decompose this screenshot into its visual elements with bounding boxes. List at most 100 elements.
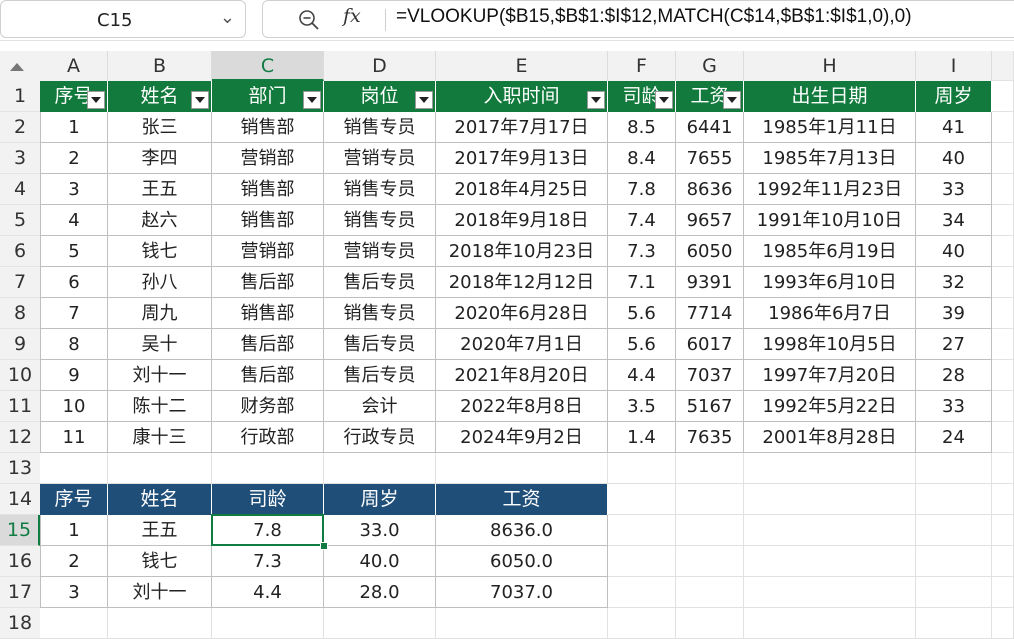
empty-cell[interactable] xyxy=(992,453,1014,484)
table1-header-cell[interactable]: 司龄 xyxy=(608,81,676,112)
empty-cell[interactable] xyxy=(744,484,916,515)
row-header-8[interactable]: 8 xyxy=(0,298,40,329)
empty-cell[interactable] xyxy=(992,360,1014,391)
empty-cell[interactable] xyxy=(324,453,436,484)
table1-header-cell[interactable]: 部门 xyxy=(212,81,324,112)
empty-cell[interactable] xyxy=(40,453,108,484)
row-header-11[interactable]: 11 xyxy=(0,391,40,422)
row-header-13[interactable]: 13 xyxy=(0,453,40,484)
empty-cell[interactable] xyxy=(744,546,916,577)
table1-data-cell[interactable]: 营销专员 xyxy=(324,143,436,174)
table1-data-cell[interactable]: 李四 xyxy=(108,143,212,174)
empty-cell[interactable] xyxy=(916,546,992,577)
empty-cell[interactable] xyxy=(608,484,676,515)
table1-data-cell[interactable]: 销售部 xyxy=(212,112,324,143)
column-header-G[interactable]: G xyxy=(676,51,744,81)
table1-data-cell[interactable]: 6050 xyxy=(676,236,744,267)
table1-data-cell[interactable]: 7714 xyxy=(676,298,744,329)
table1-data-cell[interactable]: 3 xyxy=(40,174,108,205)
empty-cell[interactable] xyxy=(608,515,676,546)
empty-cell[interactable] xyxy=(992,391,1014,422)
table1-data-cell[interactable]: 销售专员 xyxy=(324,205,436,236)
empty-cell[interactable] xyxy=(676,546,744,577)
table1-data-cell[interactable]: 5.6 xyxy=(608,298,676,329)
table1-data-cell[interactable]: 7.1 xyxy=(608,267,676,298)
table1-data-cell[interactable]: 售后专员 xyxy=(324,360,436,391)
row-header-1[interactable]: 1 xyxy=(0,81,40,112)
table1-data-cell[interactable]: 8.5 xyxy=(608,112,676,143)
table1-data-cell[interactable]: 陈十二 xyxy=(108,391,212,422)
table1-data-cell[interactable]: 7.4 xyxy=(608,205,676,236)
empty-cell[interactable] xyxy=(40,608,108,639)
table2-data-cell[interactable]: 王五 xyxy=(108,515,212,546)
table1-data-cell[interactable]: 张三 xyxy=(108,112,212,143)
empty-cell[interactable] xyxy=(676,484,744,515)
table1-data-cell[interactable]: 1985年1月11日 xyxy=(744,112,916,143)
filter-dropdown-icon[interactable] xyxy=(303,91,321,109)
empty-cell[interactable] xyxy=(744,608,916,639)
row-header-14[interactable]: 14 xyxy=(0,484,40,515)
empty-cell[interactable] xyxy=(992,515,1014,546)
empty-cell[interactable] xyxy=(992,267,1014,298)
table1-data-cell[interactable]: 售后部 xyxy=(212,360,324,391)
row-header-5[interactable]: 5 xyxy=(0,205,40,236)
table1-data-cell[interactable]: 刘十一 xyxy=(108,360,212,391)
table1-data-cell[interactable]: 2022年8月8日 xyxy=(436,391,608,422)
row-header-4[interactable]: 4 xyxy=(0,174,40,205)
table1-data-cell[interactable]: 4.4 xyxy=(608,360,676,391)
empty-cell[interactable] xyxy=(324,608,436,639)
empty-cell[interactable] xyxy=(992,236,1014,267)
formula-text[interactable]: =VLOOKUP($B15,$B$1:$I$12,MATCH(C$14,$B$1… xyxy=(396,6,912,28)
table2-data-cell[interactable]: 7.3 xyxy=(212,546,324,577)
empty-cell[interactable] xyxy=(436,453,608,484)
table1-data-cell[interactable]: 营销专员 xyxy=(324,236,436,267)
column-header-C[interactable]: C xyxy=(212,51,324,81)
empty-cell[interactable] xyxy=(992,143,1014,174)
table1-data-cell[interactable]: 2020年7月1日 xyxy=(436,329,608,360)
table1-data-cell[interactable]: 售后部 xyxy=(212,267,324,298)
empty-cell[interactable] xyxy=(992,329,1014,360)
empty-cell[interactable] xyxy=(916,515,992,546)
filter-dropdown-icon[interactable] xyxy=(87,91,105,109)
table2-data-cell[interactable]: 7.8 xyxy=(212,515,324,546)
table1-data-cell[interactable]: 1985年6月19日 xyxy=(744,236,916,267)
empty-cell[interactable] xyxy=(212,453,324,484)
empty-cell[interactable] xyxy=(436,608,608,639)
table1-data-cell[interactable]: 2018年12月12日 xyxy=(436,267,608,298)
table2-header-cell[interactable]: 司龄 xyxy=(212,484,324,515)
table1-data-cell[interactable]: 7635 xyxy=(676,422,744,453)
table1-data-cell[interactable]: 周九 xyxy=(108,298,212,329)
empty-cell[interactable] xyxy=(744,515,916,546)
table1-data-cell[interactable]: 11 xyxy=(40,422,108,453)
table1-data-cell[interactable]: 销售专员 xyxy=(324,298,436,329)
empty-cell[interactable] xyxy=(608,608,676,639)
empty-cell[interactable] xyxy=(108,453,212,484)
table1-data-cell[interactable]: 24 xyxy=(916,422,992,453)
table1-data-cell[interactable]: 1997年7月20日 xyxy=(744,360,916,391)
table1-data-cell[interactable]: 销售部 xyxy=(212,174,324,205)
row-header-15[interactable]: 15 xyxy=(0,515,40,546)
table1-data-cell[interactable]: 销售部 xyxy=(212,205,324,236)
table1-data-cell[interactable]: 1.4 xyxy=(608,422,676,453)
table1-header-cell[interactable]: 姓名 xyxy=(108,81,212,112)
zoom-icon[interactable] xyxy=(297,8,321,32)
empty-cell[interactable] xyxy=(676,608,744,639)
table2-data-cell[interactable]: 1 xyxy=(40,515,108,546)
table1-data-cell[interactable]: 行政专员 xyxy=(324,422,436,453)
table2-header-cell[interactable]: 序号 xyxy=(40,484,108,515)
table1-data-cell[interactable]: 2021年8月20日 xyxy=(436,360,608,391)
table2-data-cell[interactable]: 8636.0 xyxy=(436,515,608,546)
table1-data-cell[interactable]: 康十三 xyxy=(108,422,212,453)
table1-data-cell[interactable]: 2017年9月13日 xyxy=(436,143,608,174)
table2-data-cell[interactable]: 4.4 xyxy=(212,577,324,608)
filter-dropdown-icon[interactable] xyxy=(655,91,673,109)
row-header-16[interactable]: 16 xyxy=(0,546,40,577)
empty-cell[interactable] xyxy=(916,577,992,608)
column-header-H[interactable]: H xyxy=(744,51,916,81)
table1-data-cell[interactable]: 39 xyxy=(916,298,992,329)
column-header-A[interactable]: A xyxy=(40,51,108,81)
table1-data-cell[interactable]: 6 xyxy=(40,267,108,298)
table1-header-cell[interactable]: 序号 xyxy=(40,81,108,112)
empty-cell[interactable] xyxy=(992,608,1014,639)
table1-data-cell[interactable]: 6017 xyxy=(676,329,744,360)
